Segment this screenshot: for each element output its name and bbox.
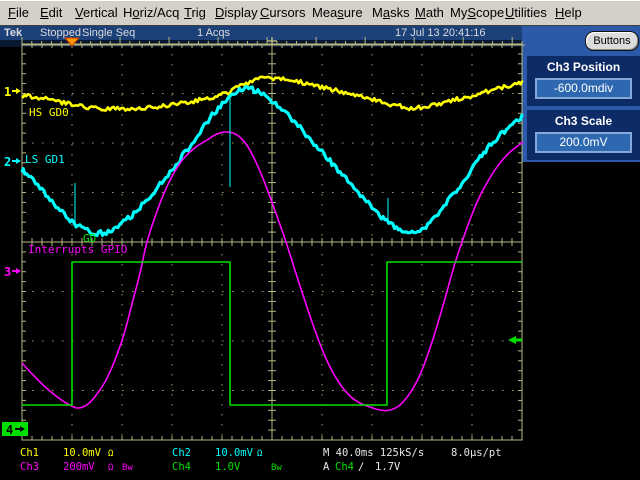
readout-row-2: Ch3 200mV Ω Bw Ch4 1.0V Bw A Ch4 ∕ 1.7V bbox=[20, 461, 401, 473]
readout-ch4: Ch4 bbox=[335, 461, 354, 473]
acquisition-ruler bbox=[22, 37, 525, 46]
trigger-level-arrow[interactable] bbox=[508, 336, 522, 344]
readout-bw: Bw bbox=[271, 463, 282, 473]
waveform-display: 1234HS GD0LS GD1GDInterrupts GPIOCh110.0… bbox=[0, 0, 640, 480]
readout-1.0v: 1.0V bbox=[215, 461, 241, 473]
readout-ω: Ω bbox=[108, 449, 114, 459]
readout-ch1: Ch1 bbox=[20, 447, 39, 459]
readout-a: A bbox=[323, 461, 330, 473]
readout-8.0µs-pt: 8.0µs/pt bbox=[451, 447, 502, 459]
ch1-reference-marker[interactable]: 1 bbox=[4, 85, 21, 99]
readout-200mv: 200mV bbox=[63, 461, 95, 473]
readout-1.7v: 1.7V bbox=[375, 461, 401, 473]
readout-ch3: Ch3 bbox=[20, 461, 39, 473]
trace-label-ls-gd1: LS GD1 bbox=[25, 153, 65, 166]
readout-row-1: Ch110.0mVΩCh210.0mVΩM 40.0ms 125kS/s8.0µ… bbox=[20, 447, 502, 459]
readout-ω: Ω bbox=[257, 449, 263, 459]
readout-ch2: Ch2 bbox=[172, 447, 191, 459]
trace-label-interrupts-gpio: Interrupts GPIO bbox=[28, 243, 127, 256]
ch2-reference-marker[interactable]: 2 bbox=[4, 155, 21, 169]
channel-marker-number: 1 bbox=[4, 85, 11, 99]
channel-marker-number: 3 bbox=[4, 265, 11, 279]
channel-marker-number: 2 bbox=[4, 155, 11, 169]
readout-10.0mv: 10.0mV bbox=[63, 447, 102, 459]
readout-m-40.0ms-125ks-s: M 40.0ms 125kS/s bbox=[323, 447, 424, 459]
trigger-level-arrowtail bbox=[516, 339, 522, 342]
ch3-reference-marker[interactable]: 3 bbox=[4, 265, 21, 279]
channel-marker-arrow bbox=[12, 268, 21, 274]
ch4-reference-marker[interactable]: 4 bbox=[2, 422, 28, 437]
channel-marker-arrow bbox=[12, 88, 21, 94]
readout-ch4: Ch4 bbox=[172, 461, 191, 473]
readout-ω: Ω bbox=[108, 463, 114, 473]
readout-10.0mv: 10.0mV bbox=[215, 447, 254, 459]
readout-bw: Bw bbox=[122, 463, 133, 473]
channel-marker-arrow bbox=[12, 158, 21, 164]
oscilloscope-screen: FileEditVerticalHoriz/AcqTrigDisplayCurs… bbox=[0, 0, 640, 480]
trigger-level-arrowhead bbox=[508, 336, 516, 344]
trace-label-hs-gd0: HS GD0 bbox=[29, 106, 69, 119]
readout-∕: ∕ bbox=[358, 461, 364, 473]
ch4-marker-number: 4 bbox=[6, 423, 13, 437]
